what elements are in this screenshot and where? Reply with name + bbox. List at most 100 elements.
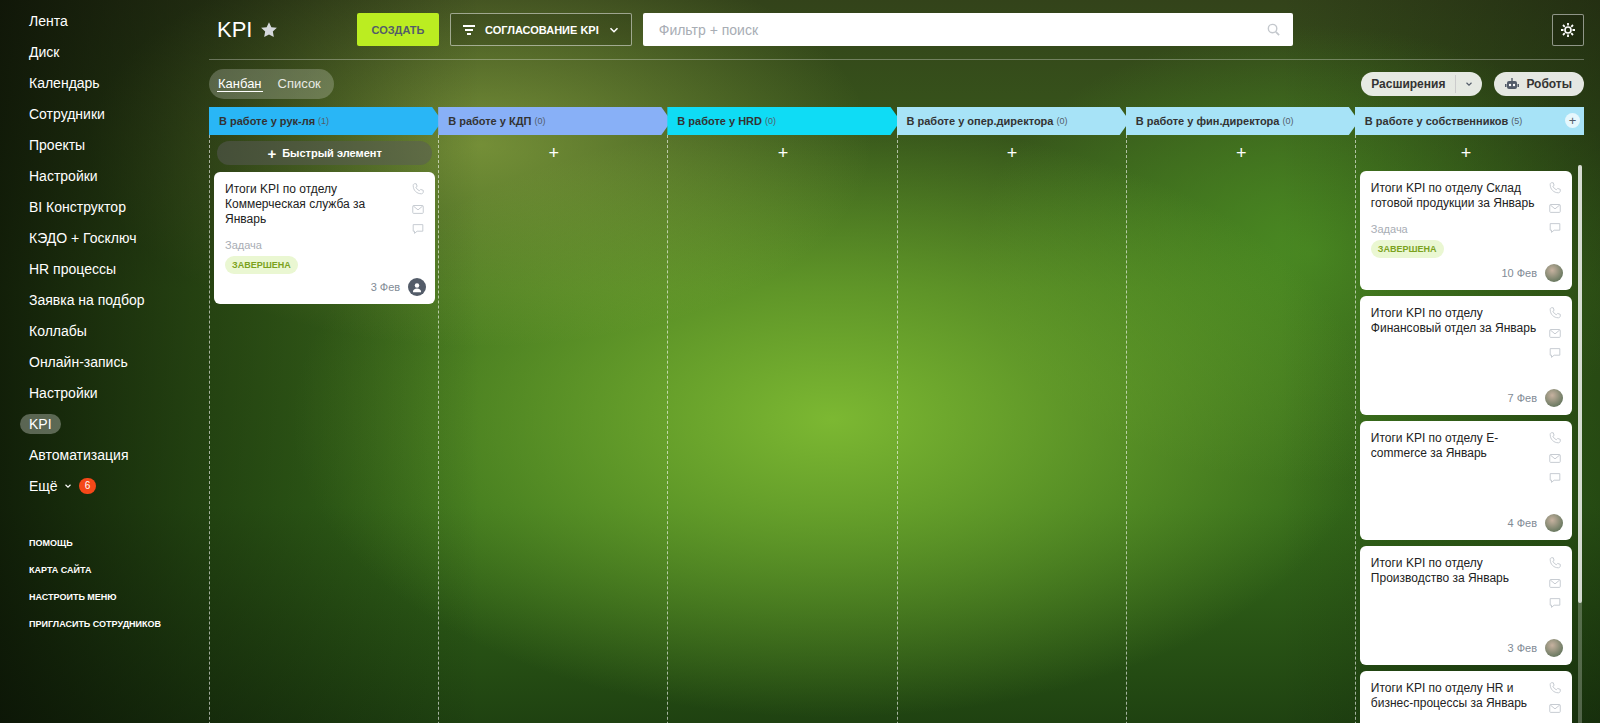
phone-icon[interactable] [411, 182, 425, 196]
sidebar-item-label[interactable]: Автоматизация [20, 445, 137, 465]
extensions-button[interactable]: Расширения [1361, 72, 1482, 96]
footer-link[interactable]: ПРИГЛАСИТЬ СОТРУДНИКОВ [20, 610, 209, 637]
mail-icon[interactable] [1548, 326, 1562, 340]
sidebar-item[interactable]: Проекты [20, 129, 209, 160]
kanban-card[interactable]: Итоги KPI по отделу Финансовый отдел за … [1360, 296, 1572, 415]
user-avatar[interactable] [408, 278, 426, 296]
column-header[interactable]: В работе у собственников(5)+ [1355, 107, 1584, 135]
chat-icon[interactable] [1548, 721, 1562, 723]
create-button[interactable]: СОЗДАТЬ [357, 13, 439, 46]
mail-icon[interactable] [1548, 576, 1562, 590]
sidebar-item[interactable]: Ещё6 [20, 470, 209, 501]
filter-button-label[interactable]: СОГЛАСОВАНИЕ KPI [485, 24, 599, 36]
phone-icon[interactable] [1548, 556, 1562, 570]
plus-label[interactable]: + [267, 145, 276, 162]
mail-icon[interactable] [1548, 701, 1562, 715]
add-item-button[interactable]: + [443, 141, 664, 165]
view-tab[interactable]: Канбан [217, 76, 263, 92]
robot-icon[interactable] [1504, 76, 1520, 92]
sidebar-item-label[interactable]: Лента [20, 11, 77, 31]
sidebar-item-label[interactable]: Онлайн-запись [20, 352, 137, 372]
card-title[interactable]: Итоги KPI по отделу E-commerce за Январь [1371, 431, 1541, 461]
add-item-button[interactable]: + [1131, 141, 1352, 165]
quick-add-label[interactable]: Быстрый элемент [282, 147, 382, 159]
sidebar-item-label[interactable]: Диск [20, 42, 68, 62]
add-stage-button[interactable]: + [1565, 113, 1580, 128]
column-header[interactable]: В работе у HRD(0) [667, 107, 900, 135]
filter-button[interactable]: СОГЛАСОВАНИЕ KPI [450, 13, 632, 46]
sidebar-item[interactable]: КЭДО + Госключ [20, 222, 209, 253]
dropdown-arrow[interactable] [1455, 75, 1482, 93]
card-title[interactable]: Итоги KPI по отделу Склад готовой продук… [1371, 181, 1541, 211]
phone-icon[interactable] [1548, 681, 1562, 695]
card-title[interactable]: Итоги KPI по отделу Производство за Янва… [1371, 556, 1541, 586]
sidebar-item[interactable]: Сотрудники [20, 98, 209, 129]
user-avatar[interactable] [1545, 389, 1563, 407]
view-tab[interactable]: Список [277, 76, 322, 91]
mail-icon[interactable] [411, 202, 425, 216]
footer-link[interactable]: НАСТРОИТЬ МЕНЮ [20, 583, 209, 610]
sidebar-item-label[interactable]: Заявка на подбор [20, 290, 154, 310]
column-title[interactable]: В работе у опер.директора [907, 115, 1054, 127]
chat-icon[interactable] [1548, 346, 1562, 360]
phone-icon[interactable] [1548, 181, 1562, 195]
filter-icon[interactable] [461, 22, 477, 38]
search-input[interactable] [657, 21, 1266, 39]
card-title[interactable]: Итоги KPI по отделу HR и бизнес-процессы… [1371, 681, 1541, 711]
add-item-button[interactable]: + [1360, 141, 1572, 165]
star-icon[interactable] [260, 21, 278, 39]
column-header[interactable]: В работе у фин.директора(0) [1126, 107, 1359, 135]
column-title[interactable]: В работе у собственников [1365, 115, 1508, 127]
sidebar-item-label[interactable]: Сотрудники [20, 104, 114, 124]
footer-link[interactable]: ПОМОЩЬ [20, 529, 209, 556]
card-title[interactable]: Итоги KPI по отделу Коммерческая служба … [225, 182, 404, 227]
column-header[interactable]: В работе у рук-ля(1) [209, 107, 442, 135]
sidebar-item-label[interactable]: Настройки [20, 166, 107, 186]
sidebar-item[interactable]: Автоматизация [20, 439, 209, 470]
search-field[interactable] [643, 13, 1293, 46]
chevron-down-icon[interactable] [1464, 79, 1474, 89]
kanban-card[interactable]: Итоги KPI по отделу Производство за Янва… [1360, 546, 1572, 665]
column-header[interactable]: В работе у опер.директора(0) [897, 107, 1130, 135]
chevron-down-icon[interactable] [607, 23, 621, 37]
sidebar-item-label[interactable]: Проекты [20, 135, 94, 155]
sidebar-item-label[interactable]: HR процессы [20, 259, 125, 279]
sidebar-item[interactable]: Лента [20, 5, 209, 36]
user-avatar[interactable] [1545, 514, 1563, 532]
robots-button[interactable]: Роботы [1494, 72, 1584, 96]
mail-icon[interactable] [1548, 201, 1562, 215]
chat-icon[interactable] [1548, 471, 1562, 485]
user-avatar[interactable] [1545, 639, 1563, 657]
sidebar-item[interactable]: BI Конструктор [20, 191, 209, 222]
column-title[interactable]: В работе у КДП [448, 115, 531, 127]
column-title[interactable]: В работе у рук-ля [219, 115, 315, 127]
chat-icon[interactable] [1548, 596, 1562, 610]
sidebar-item[interactable]: Настройки [20, 160, 209, 191]
scrollbar[interactable] [1578, 165, 1582, 723]
add-item-button[interactable]: + [902, 141, 1123, 165]
kanban-card[interactable]: Итоги KPI по отделу Коммерческая служба … [214, 172, 435, 304]
sidebar-item-label[interactable]: КЭДО + Госключ [20, 228, 145, 248]
chat-icon[interactable] [411, 222, 425, 236]
scrollbar-thumb[interactable] [1578, 165, 1582, 603]
sidebar-item[interactable]: HR процессы [20, 253, 209, 284]
kanban-card[interactable]: Итоги KPI по отделу E-commerce за Январь… [1360, 421, 1572, 540]
phone-icon[interactable] [1548, 306, 1562, 320]
sidebar-item[interactable]: Заявка на подбор [20, 284, 209, 315]
sidebar-item-label[interactable]: Коллабы [20, 321, 96, 341]
sidebar-item-label[interactable]: KPI [20, 414, 61, 434]
user-avatar[interactable] [1545, 264, 1563, 282]
column-header[interactable]: В работе у КДП(0) [438, 107, 671, 135]
sidebar-item[interactable]: Настройки [20, 377, 209, 408]
sidebar-item[interactable]: Онлайн-запись [20, 346, 209, 377]
sidebar-item-label[interactable]: Ещё [20, 476, 67, 496]
sidebar-item[interactable]: Календарь [20, 67, 209, 98]
kanban-card[interactable]: Итоги KPI по отделу HR и бизнес-процессы… [1360, 671, 1572, 723]
sidebar-item[interactable]: KPI [20, 408, 209, 439]
settings-button[interactable] [1552, 14, 1584, 46]
quick-add-button[interactable]: + Быстрый элемент [217, 141, 432, 165]
extensions-label[interactable]: Расширения [1361, 73, 1455, 95]
footer-link[interactable]: КАРТА САЙТА [20, 556, 209, 583]
mail-icon[interactable] [1548, 451, 1562, 465]
gear-icon[interactable] [1560, 22, 1576, 38]
